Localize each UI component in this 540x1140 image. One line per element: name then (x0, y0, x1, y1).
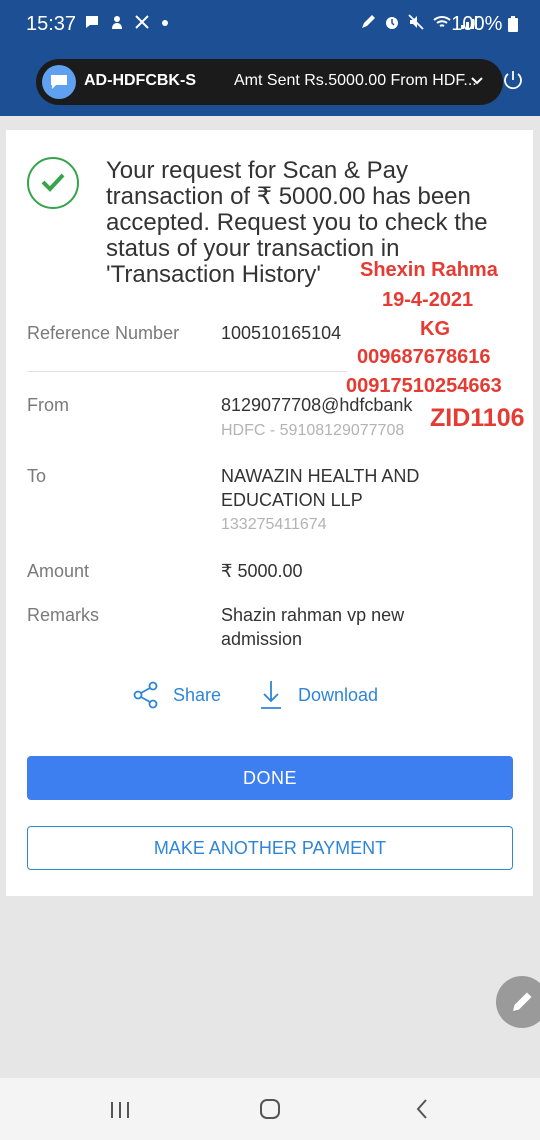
overlay-student-name: Shexin Rahma (360, 259, 498, 281)
battery-icon (508, 16, 518, 32)
download-button[interactable]: Download (298, 685, 378, 706)
from-account-value: HDFC - 59108129077708 (221, 422, 405, 439)
recent-apps-icon[interactable] (108, 1100, 132, 1120)
status-bar: 15:37 100% (0, 0, 540, 52)
remarks-label: Remarks (27, 605, 100, 625)
notification-message: Amt Sent Rs.5000.00 From HDF... (234, 72, 477, 89)
remarks-line1: Shazin rahman vp new (221, 605, 405, 625)
missed-call-icon (135, 15, 149, 29)
status-icons-left (84, 14, 169, 30)
divider (27, 371, 347, 372)
overlay-phone-1: 009687678616 (357, 346, 491, 368)
overlay-grade: KG (420, 318, 450, 340)
amount-label: Amount (27, 561, 90, 581)
to-name-line2: EDUCATION LLP (221, 490, 363, 510)
battery-percent: 100% (451, 13, 503, 35)
remarks-line2: admission (221, 629, 303, 649)
amount-value: ₹ 5000.00 (221, 561, 303, 581)
chevron-down-icon[interactable] (469, 73, 485, 89)
from-upi-value: 8129077708@hdfcbank (221, 395, 413, 415)
make-another-payment-button[interactable]: MAKE ANOTHER PAYMENT (27, 826, 513, 870)
person-icon (112, 16, 122, 29)
success-check-icon (27, 157, 79, 209)
overlay-phone-2: 00917510254663 (346, 375, 502, 397)
overlay-date: 19-4-2021 (382, 289, 474, 311)
system-nav-bar (0, 1078, 540, 1140)
reference-number-label: Reference Number (27, 323, 180, 343)
power-icon[interactable] (502, 69, 524, 91)
chat-bubble-icon (51, 75, 67, 89)
mute-icon (408, 14, 424, 30)
to-label: To (27, 466, 47, 486)
transaction-result-card: Your request for Scan & Pay transaction … (6, 130, 533, 896)
status-time: 15:37 (26, 13, 77, 35)
share-button[interactable]: Share (173, 685, 221, 706)
to-account-value: 133275411674 (221, 516, 327, 533)
battery-indicator: 100% (451, 13, 518, 36)
reference-number-value: 100510165104 (221, 323, 342, 343)
alarm-icon (386, 17, 398, 29)
share-icon[interactable] (133, 681, 159, 709)
notification-avatar (42, 65, 76, 99)
home-icon[interactable] (259, 1098, 281, 1120)
overlay-id: ZID1106 (430, 404, 525, 432)
dot-icon (162, 20, 168, 26)
pencil-icon (513, 992, 532, 1011)
back-icon[interactable] (414, 1098, 430, 1120)
from-label: From (27, 395, 69, 415)
pen-icon (362, 15, 375, 28)
edit-fab[interactable] (496, 976, 540, 1028)
notification-sender: AD-HDFCBK-S (84, 72, 196, 89)
download-icon[interactable] (260, 679, 282, 711)
to-name-line1: NAWAZIN HEALTH AND (221, 466, 420, 486)
message-icon (86, 16, 98, 28)
wifi-icon (433, 16, 451, 27)
sms-notification[interactable]: AD-HDFCBK-S Amt Sent Rs.5000.00 From HDF… (36, 59, 503, 105)
done-button[interactable]: DONE (27, 756, 513, 800)
top-app-bar: 15:37 100% AD-HDFCBK-S Amt Sent Rs.5000.… (0, 0, 540, 116)
